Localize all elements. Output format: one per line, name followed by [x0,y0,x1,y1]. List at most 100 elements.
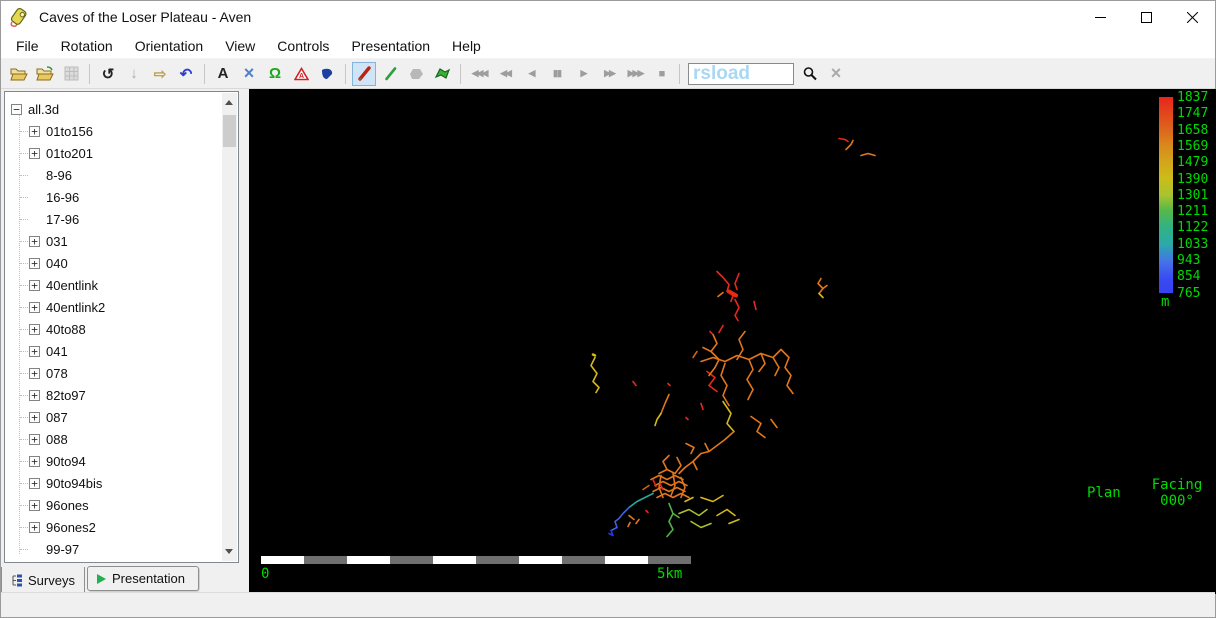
survey-canvas[interactable]: 1837174716581569147913901301121111221033… [249,89,1216,594]
expand-icon[interactable]: + [29,148,40,159]
forward-to-end-button[interactable]: ▶▶▶ [623,62,647,86]
fast-forward-button[interactable]: ▶▶ [597,62,621,86]
menu-help[interactable]: Help [441,34,492,58]
scroll-up-icon[interactable] [225,100,233,105]
tree-item-088[interactable]: +088 [5,428,238,450]
expand-icon[interactable]: + [29,346,40,357]
station-names-button[interactable]: A [211,62,235,86]
expand-icon[interactable]: + [29,390,40,401]
colorbar-tick: 1658 [1177,123,1208,138]
search-input[interactable] [688,63,794,85]
hide-found-stations-button[interactable]: × [824,62,848,86]
toolbar-separator [345,64,346,84]
open-file-button[interactable] [7,62,31,86]
tree-item-17-96[interactable]: 17-96 [5,208,238,230]
reverse-direction-button[interactable]: ↶ [174,62,198,86]
open-terrain-button[interactable] [33,62,57,86]
menu-rotation[interactable]: Rotation [50,34,124,58]
expand-icon[interactable]: + [29,522,40,533]
tree-item-90to94[interactable]: +90to94 [5,450,238,472]
expand-icon[interactable]: + [29,368,40,379]
scroll-down-icon[interactable] [225,549,233,554]
menu-controls[interactable]: Controls [266,34,340,58]
expand-icon[interactable]: + [29,126,40,137]
tree-item-label: 088 [46,432,68,447]
tree-item-label: 01to201 [46,146,93,161]
exported-points-button[interactable] [315,62,339,86]
tree-item-031[interactable]: +031 [5,230,238,252]
crosses-button[interactable]: × [237,62,261,86]
maximize-button[interactable] [1123,1,1169,33]
expand-icon[interactable]: + [29,478,40,489]
tree-item-8-96[interactable]: 8-96 [5,164,238,186]
step-right-button[interactable]: ⇨ [148,62,172,86]
print-button[interactable] [59,62,83,86]
tab-presentation[interactable]: Presentation [87,566,199,591]
menu-view[interactable]: View [214,34,266,58]
print-icon [64,66,79,81]
tree-item-40entlink[interactable]: +40entlink [5,274,238,296]
minimize-button[interactable] [1077,1,1123,33]
expand-icon[interactable]: + [29,456,40,467]
tree-item-040[interactable]: +040 [5,252,238,274]
step-down-button[interactable]: ↓ [122,62,146,86]
expand-icon[interactable]: + [29,434,40,445]
menu-orientation[interactable]: Orientation [124,34,214,58]
colorbar-tick: 1301 [1177,188,1208,203]
tab-surveys[interactable]: Surveys [1,567,85,594]
entrances-button[interactable]: Ω [263,62,287,86]
menu-file[interactable]: File [5,34,50,58]
tree-item-99-97[interactable]: 99-97 [5,538,238,560]
stop-button[interactable]: ■ [649,62,673,86]
search-button[interactable] [798,62,822,86]
close-button[interactable] [1169,1,1215,33]
terrain-button[interactable] [430,62,454,86]
menu-presentation[interactable]: Presentation [340,34,441,58]
underground-legs-button[interactable] [352,62,376,86]
colorbar-tick: 1211 [1177,204,1208,219]
expand-icon[interactable]: + [29,302,40,313]
expand-icon[interactable]: + [29,412,40,423]
tree-item-all.3d[interactable]: −all.3d [5,98,238,120]
tree-item-96ones2[interactable]: +96ones2 [5,516,238,538]
tree-item-90to94bis[interactable]: +90to94bis [5,472,238,494]
expand-icon[interactable]: + [29,324,40,335]
fixed-points-button[interactable]: A [289,62,313,86]
tree-item-041[interactable]: +041 [5,340,238,362]
toggle-rotation-button[interactable]: ↺ [96,62,120,86]
step-back-button[interactable]: ◀ [519,62,543,86]
tree-item-01to201[interactable]: +01to201 [5,142,238,164]
survey-tree: −all.3d+01to156+01to2018-9616-9617-96+03… [4,91,239,563]
expand-icon[interactable]: + [29,258,40,269]
collapse-icon[interactable]: − [11,104,22,115]
survey-leg [710,332,712,334]
rewind-button[interactable]: ◀◀ [493,62,517,86]
title-bar: Caves of the Loser Plateau - Aven [1,1,1215,33]
tree-item-16-96[interactable]: 16-96 [5,186,238,208]
rewind-to-start-button[interactable]: ◀◀◀ [467,62,491,86]
tree-item-82to97[interactable]: +82to97 [5,384,238,406]
survey-leg [759,354,765,372]
survey-leg [735,274,739,290]
tree-item-087[interactable]: +087 [5,406,238,428]
survey-leg [628,523,630,527]
tree-item-label: 82to97 [46,388,86,403]
tree-item-96ones[interactable]: +96ones [5,494,238,516]
pause-button[interactable]: ▮▮ [545,62,569,86]
tree-item-01to156[interactable]: +01to156 [5,120,238,142]
tree-item-40entlink2[interactable]: +40entlink2 [5,296,238,318]
colorbar-tick: 1837 [1177,90,1208,105]
expand-icon[interactable]: + [29,236,40,247]
survey-leg [651,476,683,480]
tree-item-40to88[interactable]: +40to88 [5,318,238,340]
surface-legs-button[interactable] [378,62,402,86]
expand-icon[interactable]: + [29,500,40,511]
expand-icon[interactable]: + [29,280,40,291]
tree-item-078[interactable]: +078 [5,362,238,384]
tubes-button[interactable] [404,62,428,86]
tree-scrollbar[interactable] [222,93,237,561]
open-terrain-folder-icon [36,66,55,81]
scroll-thumb[interactable] [223,115,236,147]
survey-leg [609,531,613,536]
play-button[interactable]: ▶ [571,62,595,86]
